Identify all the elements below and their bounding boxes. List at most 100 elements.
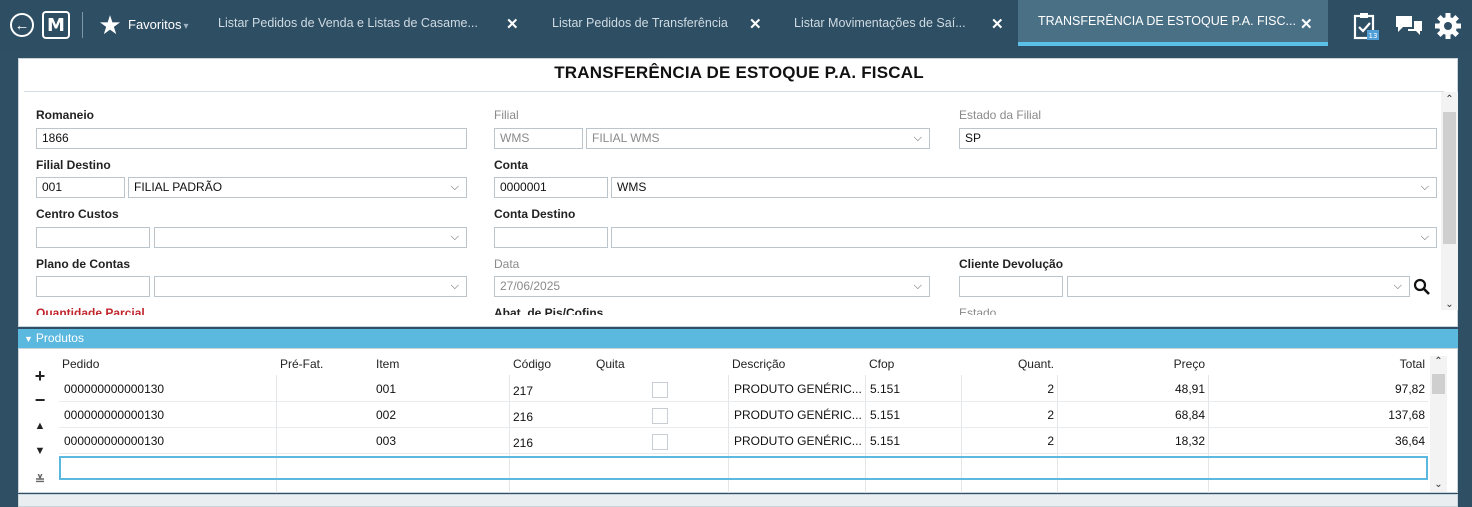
close-icon[interactable]: ✕ bbox=[506, 15, 519, 33]
conta-select[interactable]: WMS ⌵ bbox=[611, 177, 1437, 198]
new-row-editor[interactable] bbox=[59, 456, 1428, 480]
scrollbar-thumb[interactable] bbox=[1443, 112, 1456, 244]
row-divider bbox=[59, 453, 1428, 454]
conta-code-field[interactable]: 0000001 bbox=[494, 177, 608, 198]
chevron-down-icon: ⌵ bbox=[450, 181, 459, 193]
bottom-panel bbox=[18, 494, 1458, 507]
chevron-down-icon: ⌵ bbox=[1420, 181, 1429, 193]
cell-descricao: PRODUTO GENÉRIC... bbox=[734, 434, 862, 448]
cell-preco: 18,32 bbox=[1174, 434, 1205, 448]
centro-custos-select[interactable]: ⌵ bbox=[154, 227, 467, 248]
column-header-quant[interactable]: Quant. bbox=[961, 357, 1054, 371]
collapse-triangle-icon: ▼ bbox=[24, 334, 33, 344]
filial-destino-select[interactable]: FILIAL PADRÃO ⌵ bbox=[128, 177, 467, 198]
column-header-pedido[interactable]: Pedido bbox=[62, 357, 99, 371]
row-divider bbox=[59, 401, 1428, 402]
column-header-preco[interactable]: Preço bbox=[1057, 357, 1205, 371]
conta-label: Conta bbox=[494, 158, 528, 172]
cell-descricao: PRODUTO GENÉRIC... bbox=[734, 408, 862, 422]
chat-icon[interactable] bbox=[1394, 12, 1424, 38]
close-icon[interactable]: ✕ bbox=[1300, 15, 1313, 33]
cell-preco: 48,91 bbox=[1174, 382, 1205, 396]
gear-icon[interactable] bbox=[1434, 12, 1462, 40]
scroll-down-icon[interactable]: ⌄ bbox=[1441, 299, 1458, 310]
scroll-up-icon[interactable]: ⌃ bbox=[1430, 356, 1447, 367]
filial-destino-label: Filial Destino bbox=[36, 158, 111, 172]
title-divider bbox=[24, 91, 1444, 92]
conta-destino-select[interactable]: ⌵ bbox=[611, 227, 1437, 248]
filial-destino-name: FILIAL PADRÃO bbox=[134, 180, 223, 194]
quita-checkbox[interactable] bbox=[652, 408, 668, 424]
favorites-menu[interactable]: Favoritos ▾ bbox=[128, 17, 189, 32]
move-up-button[interactable]: ▲ bbox=[29, 415, 51, 437]
conta-destino-code-field[interactable] bbox=[494, 227, 608, 248]
chevron-down-icon: ⌵ bbox=[450, 231, 459, 243]
cell-item: 003 bbox=[376, 434, 397, 448]
cell-codigo: 216 bbox=[513, 436, 534, 450]
form-scrollbar[interactable]: ⌃ ⌄ bbox=[1441, 92, 1458, 310]
cell-cfop: 5.151 bbox=[870, 408, 901, 422]
tab-listar-movimentacoes[interactable]: Listar Movimentações de Saí... ✕ bbox=[788, 0, 1016, 46]
page-title: TRANSFERÊNCIA DE ESTOQUE P.A. FISCAL bbox=[554, 63, 924, 82]
cliente-devolucao-code-field[interactable] bbox=[959, 276, 1063, 297]
cell-descricao: PRODUTO GENÉRIC... bbox=[734, 382, 862, 396]
column-header-item[interactable]: Item bbox=[376, 357, 399, 371]
add-row-button[interactable]: + bbox=[29, 365, 51, 387]
romaneio-field[interactable]: 1866 bbox=[36, 128, 467, 149]
conta-destino-label: Conta Destino bbox=[494, 207, 576, 221]
back-icon[interactable]: ← bbox=[10, 13, 34, 37]
grid-scrollbar[interactable]: ⌃ ⌄ bbox=[1430, 356, 1447, 492]
plano-contas-code-field[interactable] bbox=[36, 276, 150, 297]
abat-pis-cofins-label: Abat. de Pis/Cofins bbox=[494, 306, 604, 315]
cell-codigo: 217 bbox=[513, 384, 534, 398]
search-icon[interactable] bbox=[1413, 278, 1431, 296]
cell-quant: 2 bbox=[1047, 408, 1054, 422]
remove-row-button[interactable]: − bbox=[29, 389, 51, 411]
move-down-button[interactable]: ▼ bbox=[29, 440, 51, 462]
tab-label: Listar Pedidos de Venda e Listas de Casa… bbox=[218, 16, 478, 30]
cliente-devolucao-select[interactable]: ⌵ bbox=[1067, 276, 1410, 297]
quantidade-parcial-label: Quantidade Parcial bbox=[36, 306, 145, 315]
produtos-section-header[interactable]: ▼ Produtos bbox=[18, 329, 1458, 348]
quita-checkbox[interactable] bbox=[652, 434, 668, 450]
cell-item: 002 bbox=[376, 408, 397, 422]
tab-listar-pedidos-transferencia[interactable]: Listar Pedidos de Transferência ✕ bbox=[546, 0, 776, 46]
star-icon[interactable]: ★ bbox=[96, 11, 124, 39]
tab-transferencia-estoque[interactable]: TRANSFERÊNCIA DE ESTOQUE P.A. FISC... ✕ bbox=[1018, 0, 1328, 46]
tab-listar-pedidos-venda[interactable]: Listar Pedidos de Venda e Listas de Casa… bbox=[210, 0, 530, 46]
quita-checkbox[interactable] bbox=[652, 382, 668, 398]
filial-code-field: WMS bbox=[494, 128, 583, 149]
cell-pedido: 000000000000130 bbox=[64, 382, 165, 396]
cell-preco: 68,84 bbox=[1174, 408, 1205, 422]
produtos-grid: + − ▲ ▼ ≚ Pedido Pré-Fat. Item Código Qu… bbox=[18, 348, 1458, 493]
chevron-down-icon: ▾ bbox=[183, 21, 189, 32]
column-header-quita[interactable]: Quita bbox=[596, 357, 625, 371]
centro-custos-code-field[interactable] bbox=[36, 227, 150, 248]
logo-icon[interactable]: M bbox=[42, 11, 70, 39]
column-header-descricao[interactable]: Descrição bbox=[732, 357, 785, 371]
chevron-down-icon: ⌵ bbox=[450, 280, 459, 292]
column-header-total[interactable]: Total bbox=[1208, 357, 1425, 371]
column-header-cfop[interactable]: Cfop bbox=[869, 357, 894, 371]
cell-codigo: 216 bbox=[513, 410, 534, 424]
expand-icon[interactable]: ≚ bbox=[29, 469, 51, 491]
scroll-up-icon[interactable]: ⌃ bbox=[1441, 94, 1458, 105]
plano-contas-select[interactable]: ⌵ bbox=[154, 276, 467, 297]
filial-destino-code-field[interactable]: 001 bbox=[36, 177, 125, 198]
filial-label: Filial bbox=[494, 108, 519, 122]
chevron-down-icon: ⌵ bbox=[1393, 280, 1402, 292]
estado-label: Estado bbox=[959, 306, 997, 315]
clipboard-icon[interactable]: 13 bbox=[1353, 12, 1379, 40]
close-icon[interactable]: ✕ bbox=[749, 15, 762, 33]
cell-pedido: 000000000000130 bbox=[64, 408, 165, 422]
tab-label: TRANSFERÊNCIA DE ESTOQUE P.A. FISC... bbox=[1038, 14, 1296, 28]
top-bar: ← M ★ Favoritos ▾ Listar Pedidos de Venda… bbox=[0, 0, 1472, 50]
column-header-codigo[interactable]: Código bbox=[513, 357, 551, 371]
scrollbar-thumb[interactable] bbox=[1432, 374, 1445, 394]
romaneio-label: Romaneio bbox=[36, 108, 95, 122]
close-icon[interactable]: ✕ bbox=[991, 15, 1004, 33]
scroll-down-icon[interactable]: ⌄ bbox=[1430, 479, 1447, 490]
column-header-prefat[interactable]: Pré-Fat. bbox=[280, 357, 323, 371]
notification-badge: 13 bbox=[1369, 32, 1378, 40]
centro-custos-label: Centro Custos bbox=[36, 207, 119, 221]
